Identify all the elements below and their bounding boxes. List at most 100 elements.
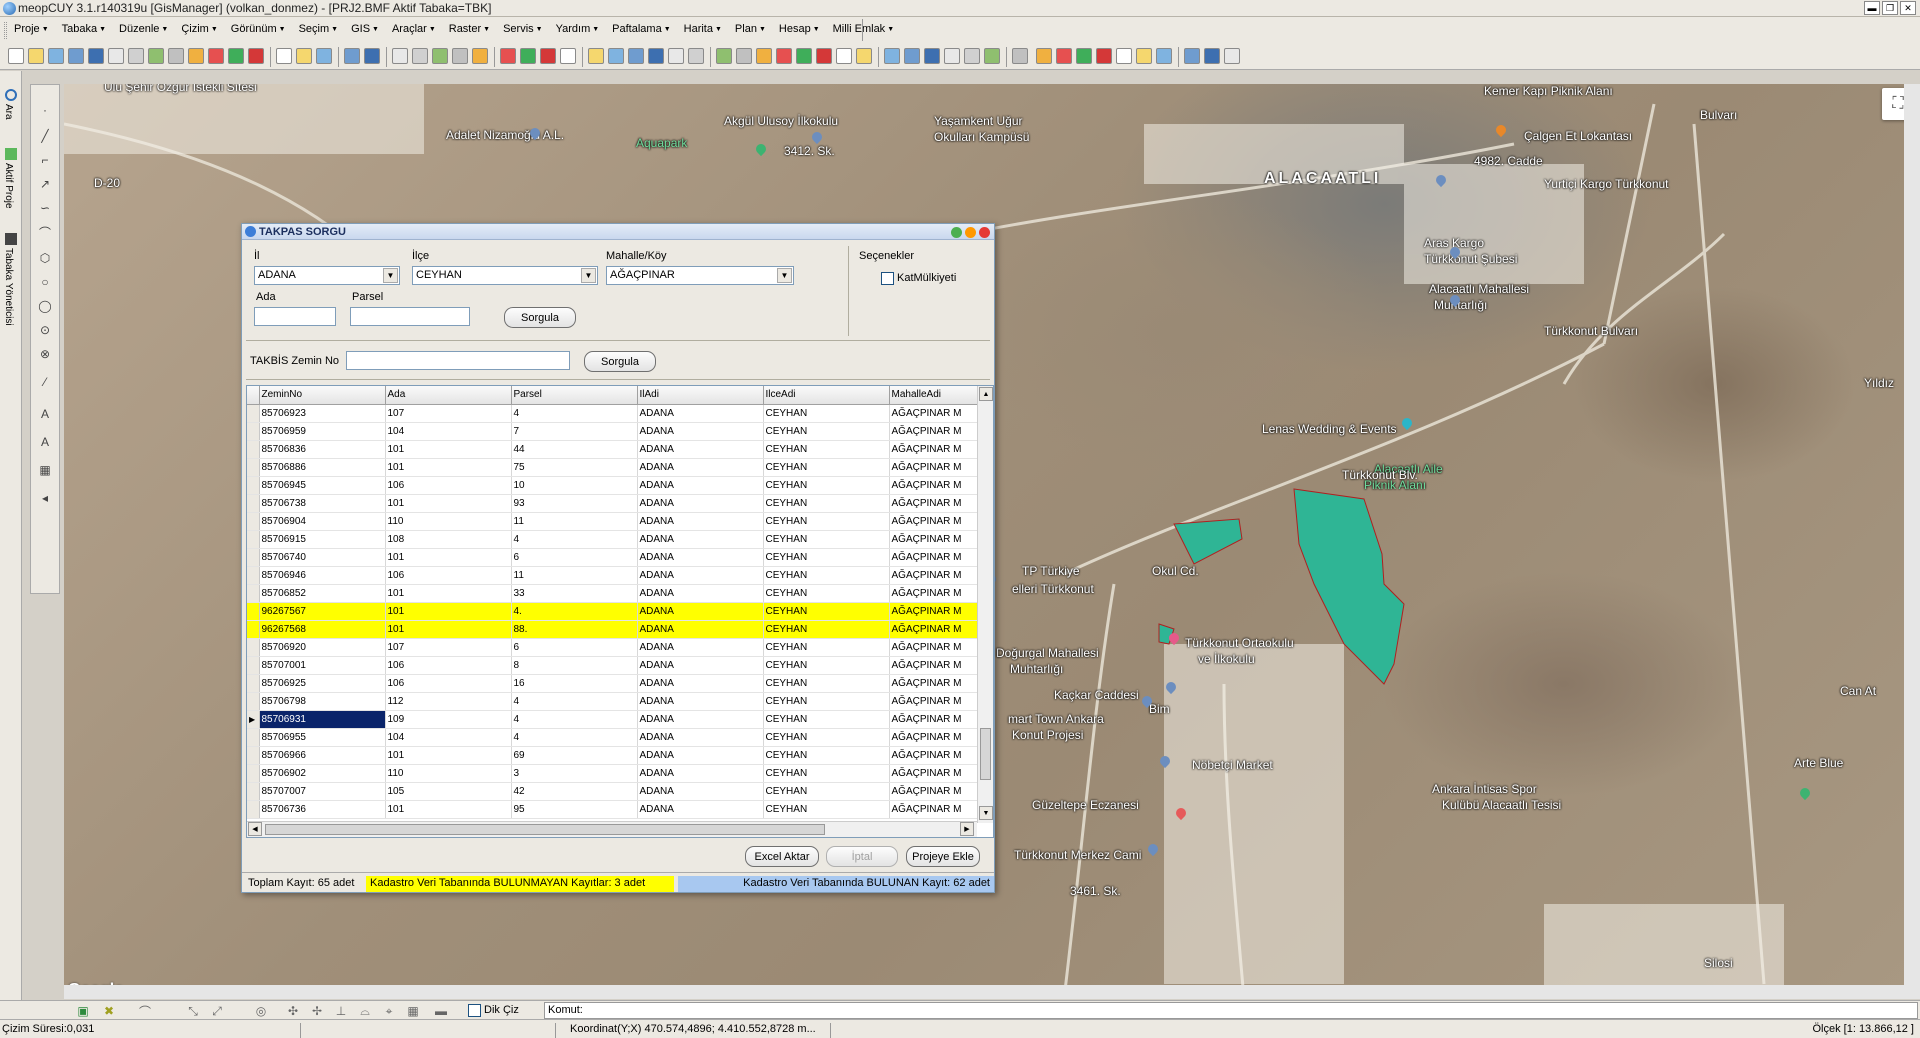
export-icon[interactable] [716, 48, 732, 64]
table-row[interactable]: 85706966 101 69 ADANA CEYHAN AĞAÇPINAR M [247, 746, 985, 765]
table-cell[interactable]: AĞAÇPINAR M [889, 494, 980, 513]
open-icon[interactable] [856, 48, 872, 64]
table-row[interactable]: 85706920 107 6 ADANA CEYHAN AĞAÇPINAR M [247, 638, 985, 657]
menu-item[interactable]: Görünüm ▼ [231, 23, 286, 35]
restore-button[interactable]: ❐ [1882, 1, 1898, 15]
table-cell[interactable]: 85706959 [259, 422, 386, 441]
map-label[interactable]: Kaçkar Caddesi [1054, 688, 1139, 702]
row-selector[interactable]: ▶ [247, 710, 260, 729]
tab-tabaka-yoneticisi[interactable]: Tabaka Yöneticisi [3, 248, 14, 326]
map-label[interactable]: Türkkonut Blv. [1342, 468, 1418, 482]
row-selector[interactable] [247, 476, 260, 495]
row-selector[interactable] [247, 584, 260, 603]
menu-item[interactable]: Raster ▼ [449, 23, 490, 35]
map-label[interactable]: Bulvarı [1700, 108, 1737, 122]
table-cell[interactable]: 4 [511, 692, 638, 711]
table-cell[interactable]: 85706955 [259, 728, 386, 747]
save-icon[interactable] [648, 48, 664, 64]
save-icon[interactable] [364, 48, 380, 64]
row-selector[interactable] [247, 458, 260, 477]
menu-item[interactable]: Servis ▼ [503, 23, 543, 35]
map-label[interactable]: Akgül Ulusoy İlkokulu [724, 114, 838, 128]
save-icon[interactable] [1204, 48, 1220, 64]
table-cell[interactable]: 85706738 [259, 494, 386, 513]
table-cell[interactable]: 101 [385, 746, 512, 765]
save-as-icon[interactable] [108, 48, 124, 64]
table-cell[interactable]: 85706945 [259, 476, 386, 495]
map-label[interactable]: Can At [1840, 684, 1876, 698]
delete-icon[interactable] [1096, 48, 1112, 64]
sorgula-button[interactable]: Sorgula [504, 307, 576, 328]
map-label[interactable]: 3412. Sk. [784, 144, 835, 158]
table-cell[interactable]: 33 [511, 584, 638, 603]
raster-icon[interactable] [776, 48, 792, 64]
map-label[interactable]: Türkkonut Şubesi [1424, 252, 1517, 266]
table-cell[interactable]: ADANA [637, 620, 764, 639]
table-cell[interactable]: CEYHAN [763, 548, 890, 567]
new-icon[interactable] [836, 48, 852, 64]
table-cell[interactable]: CEYHAN [763, 710, 890, 729]
map-label[interactable]: Yaşamkent Uğur [934, 114, 1022, 128]
text-icon[interactable]: A [38, 407, 52, 421]
map-label[interactable]: Türkkonut Merkez Cami [1014, 848, 1141, 862]
circle-icon[interactable]: ○ [38, 275, 52, 289]
table-cell[interactable]: 85706902 [259, 764, 386, 783]
chevron-down-icon[interactable]: ▼ [383, 268, 398, 283]
table-cell[interactable]: 104 [385, 728, 512, 747]
target-icon[interactable] [1012, 48, 1028, 64]
print-icon[interactable] [316, 48, 332, 64]
table-cell[interactable]: 75 [511, 458, 638, 477]
marker-icon[interactable] [1036, 48, 1052, 64]
row-selector[interactable] [247, 764, 260, 783]
table-cell[interactable]: 85706798 [259, 692, 386, 711]
grid-icon[interactable]: ▦ [38, 463, 52, 477]
excel-aktar-button[interactable]: Excel Aktar [745, 846, 819, 867]
table-cell[interactable]: 6 [511, 638, 638, 657]
table-cell[interactable]: AĞAÇPINAR M [889, 602, 980, 621]
table-cell[interactable]: 11 [511, 512, 638, 531]
table-cell[interactable]: CEYHAN [763, 512, 890, 531]
delete-icon[interactable] [248, 48, 264, 64]
print-icon[interactable] [1156, 48, 1172, 64]
table-cell[interactable]: AĞAÇPINAR M [889, 566, 980, 585]
open-folder-icon[interactable] [904, 48, 920, 64]
map-label[interactable]: Yurtiçi Kargo Türkkonut [1544, 177, 1669, 191]
menu-item[interactable]: Hesap ▼ [779, 23, 820, 35]
map-label[interactable]: Kemer Kapı Piknik Alanı [1484, 84, 1613, 98]
preview-icon[interactable] [964, 48, 980, 64]
map-label[interactable]: Arte Blue [1794, 756, 1843, 770]
table-cell[interactable]: CEYHAN [763, 620, 890, 639]
table-cell[interactable]: 16 [511, 674, 638, 693]
open-folder-icon[interactable] [344, 48, 360, 64]
table-cell[interactable]: ADANA [637, 566, 764, 585]
row-selector[interactable] [247, 782, 260, 801]
snap-int-icon[interactable]: ✢ [310, 1004, 324, 1018]
row-selector[interactable] [247, 728, 260, 747]
menu-item[interactable]: Milli Emlak ▼ [833, 23, 895, 35]
table-row[interactable]: 85706740 101 6 ADANA CEYHAN AĞAÇPINAR M [247, 548, 985, 567]
table-cell[interactable]: ADANA [637, 638, 764, 657]
image-icon[interactable] [796, 48, 812, 64]
table-cell[interactable]: AĞAÇPINAR M [889, 674, 980, 693]
minimize-button[interactable]: ▬ [1864, 1, 1880, 15]
save-icon[interactable] [924, 48, 940, 64]
map-label[interactable]: Yıldız [1864, 376, 1894, 390]
table-cell[interactable]: 7 [511, 422, 638, 441]
table-cell[interactable]: ADANA [637, 494, 764, 513]
table-cell[interactable]: 4 [511, 530, 638, 549]
open-icon[interactable] [28, 48, 44, 64]
table-cell[interactable]: 106 [385, 674, 512, 693]
chevron-down-icon[interactable]: ▼ [777, 268, 792, 283]
map-label[interactable]: Türkkonut Bulvarı [1544, 324, 1638, 338]
map-label[interactable]: Muhtarlığı [1434, 298, 1487, 312]
table-cell[interactable]: AĞAÇPINAR M [889, 512, 980, 531]
map-label[interactable]: 3461. Sk. [1070, 884, 1121, 898]
export-icon[interactable] [984, 48, 1000, 64]
image-icon[interactable] [1076, 48, 1092, 64]
table-cell[interactable]: CEYHAN [763, 440, 890, 459]
print-icon[interactable] [48, 48, 64, 64]
snap-icon[interactable]: ⌒ [138, 1004, 152, 1019]
table-row[interactable]: 85707007 105 42 ADANA CEYHAN AĞAÇPINAR M [247, 782, 985, 801]
table-cell[interactable]: 85706966 [259, 746, 386, 765]
table-cell[interactable]: AĞAÇPINAR M [889, 530, 980, 549]
